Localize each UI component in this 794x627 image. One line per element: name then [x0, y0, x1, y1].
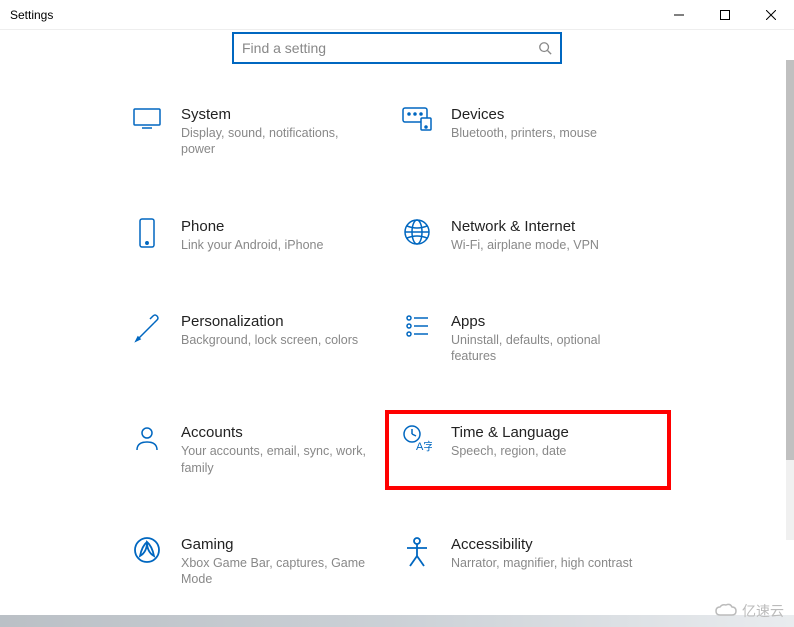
category-title: Accounts	[181, 424, 375, 441]
gaming-icon	[131, 536, 163, 568]
category-desc: Bluetooth, printers, mouse	[451, 125, 645, 141]
category-desc: Wi-Fi, airplane mode, VPN	[451, 237, 645, 253]
minimize-button[interactable]	[656, 0, 702, 30]
category-title: Gaming	[181, 536, 375, 553]
window-titlebar: Settings	[0, 0, 794, 30]
category-desc: Speech, region, date	[451, 443, 645, 459]
category-desc: Xbox Game Bar, captures, Game Mode	[181, 555, 375, 588]
scrollbar-thumb[interactable]	[786, 60, 794, 460]
category-title: Phone	[181, 218, 375, 235]
network-icon	[401, 218, 433, 250]
window-controls	[656, 0, 794, 30]
category-accessibility[interactable]: Accessibility Narrator, magnifier, high …	[393, 530, 663, 594]
vertical-scrollbar[interactable]	[786, 60, 794, 540]
watermark-text: 亿速云	[742, 601, 784, 621]
category-gaming[interactable]: Gaming Xbox Game Bar, captures, Game Mod…	[123, 530, 393, 594]
category-desc: Link your Android, iPhone	[181, 237, 375, 253]
time-language-icon: A字	[401, 424, 433, 456]
category-devices[interactable]: Devices Bluetooth, printers, mouse	[393, 100, 663, 164]
watermark: 亿速云	[714, 601, 784, 621]
window-title: Settings	[10, 8, 53, 22]
category-title: Devices	[451, 106, 645, 123]
apps-icon	[401, 313, 433, 345]
category-desc: Display, sound, notifications, power	[181, 125, 375, 158]
footer-strip	[0, 615, 794, 627]
accounts-icon	[131, 424, 163, 456]
category-desc: Background, lock screen, colors	[181, 332, 375, 348]
category-desc: Your accounts, email, sync, work, family	[181, 443, 375, 476]
category-personalization[interactable]: Personalization Background, lock screen,…	[123, 307, 393, 371]
system-icon	[131, 106, 163, 138]
devices-icon	[401, 106, 433, 138]
content-scroll[interactable]: System Display, sound, notifications, po…	[0, 60, 786, 627]
search-input[interactable]	[242, 40, 538, 56]
category-network[interactable]: Network & Internet Wi-Fi, airplane mode,…	[393, 212, 663, 259]
categories-grid: System Display, sound, notifications, po…	[73, 100, 713, 627]
accessibility-icon	[401, 536, 433, 568]
personalization-icon	[131, 313, 163, 345]
category-apps[interactable]: Apps Uninstall, defaults, optional featu…	[393, 307, 663, 371]
category-desc: Narrator, magnifier, high contrast	[451, 555, 645, 571]
svg-text:A字: A字	[416, 439, 432, 453]
category-title: Personalization	[181, 313, 375, 330]
category-accounts[interactable]: Accounts Your accounts, email, sync, wor…	[123, 418, 393, 482]
close-button[interactable]	[748, 0, 794, 30]
category-title: Accessibility	[451, 536, 645, 553]
category-title: Network & Internet	[451, 218, 645, 235]
phone-icon	[131, 218, 163, 250]
search-icon	[538, 41, 552, 55]
category-time-language[interactable]: A字 Time & Language Speech, region, date	[393, 418, 663, 482]
category-phone[interactable]: Phone Link your Android, iPhone	[123, 212, 393, 259]
category-title: Apps	[451, 313, 645, 330]
category-system[interactable]: System Display, sound, notifications, po…	[123, 100, 393, 164]
category-title: Time & Language	[451, 424, 645, 441]
category-desc: Uninstall, defaults, optional features	[451, 332, 645, 365]
maximize-button[interactable]	[702, 0, 748, 30]
category-title: System	[181, 106, 375, 123]
